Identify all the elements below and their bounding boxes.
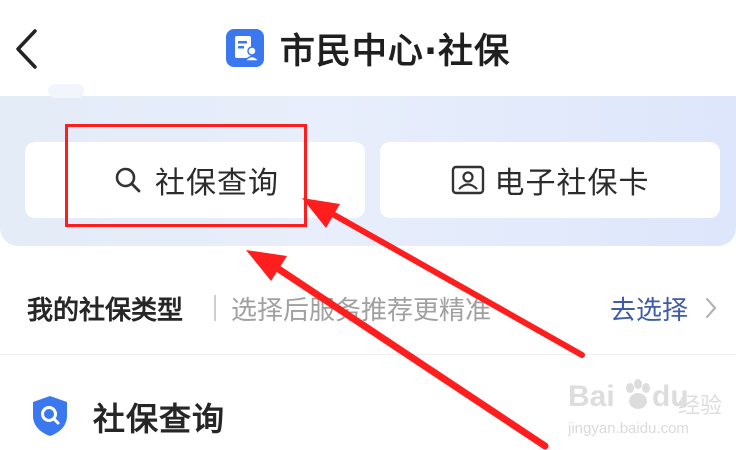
type-label: 我的社保类型 — [27, 296, 184, 326]
title-wrap: 市民中心·社保 — [0, 22, 736, 74]
id-card-icon — [451, 163, 485, 197]
social-security-type-row[interactable]: 我的社保类型 选择后服务推荐更精准 去选择 — [0, 262, 736, 355]
type-hint: 选择后服务推荐更精准 — [231, 296, 492, 326]
section-title: 社保查询 — [93, 400, 226, 438]
social-security-query-button[interactable]: 社保查询 — [25, 142, 365, 218]
search-icon — [111, 163, 145, 197]
app-header: 市民中心·社保 — [0, 0, 736, 96]
query-button-label: 社保查询 — [155, 166, 279, 201]
watermark-brand: Bai — [568, 380, 615, 413]
divider — [214, 295, 216, 321]
watermark-suffix: 经验 — [678, 394, 723, 419]
watermark: Bai du 经验 jingyan.baidu.com — [560, 378, 730, 448]
watermark-url: jingyan.baidu.com — [568, 420, 689, 437]
banner-pill — [48, 84, 84, 98]
choose-link[interactable]: 去选择 — [610, 290, 688, 327]
paw-icon — [626, 379, 650, 409]
e-social-security-card-button[interactable]: 电子社保卡 — [380, 142, 720, 218]
shield-search-icon — [33, 396, 67, 436]
card-button-label: 电子社保卡 — [494, 166, 650, 201]
document-person-icon — [225, 29, 264, 67]
chevron-right-icon[interactable] — [704, 296, 718, 320]
page-title: 市民中心·社保 — [279, 31, 511, 72]
